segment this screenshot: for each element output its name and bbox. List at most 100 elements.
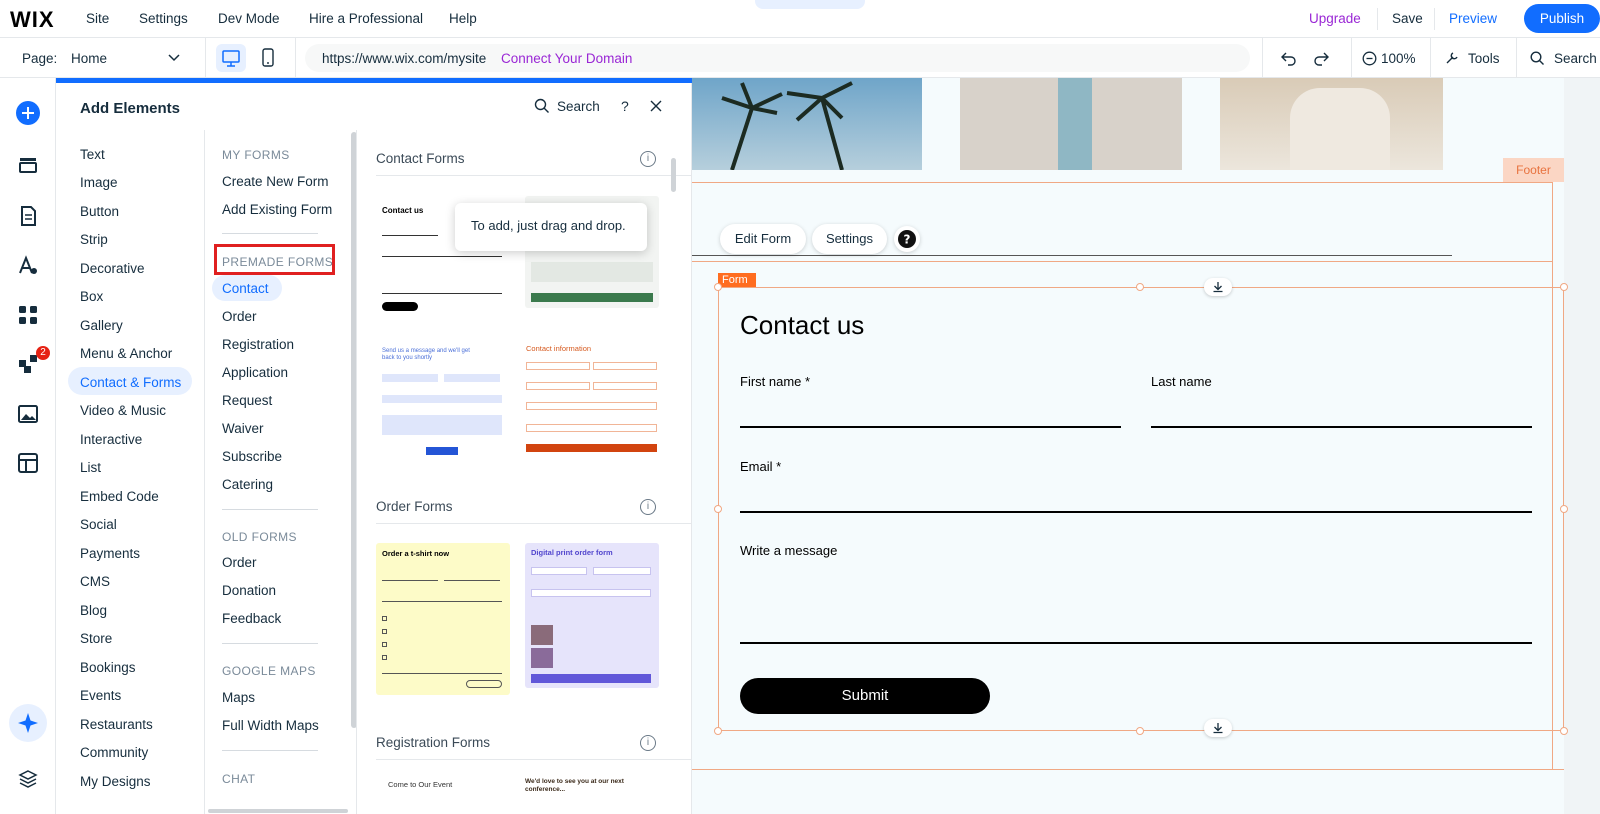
info-icon[interactable]: i [640, 151, 656, 167]
category-events[interactable]: Events [80, 688, 121, 703]
panel-help-button[interactable]: ? [621, 98, 629, 114]
resize-handle[interactable] [1560, 283, 1568, 291]
chevron-down-icon[interactable] [168, 54, 180, 62]
connect-domain-link[interactable]: Connect Your Domain [501, 51, 632, 66]
first-name-input[interactable] [740, 426, 1121, 428]
add-existing-form[interactable]: Add Existing Form [222, 202, 332, 217]
menu-dev-mode[interactable]: Dev Mode [218, 11, 280, 26]
menu-site[interactable]: Site [86, 11, 109, 26]
publish-button[interactable]: Publish [1524, 4, 1600, 33]
info-icon[interactable]: i [640, 735, 656, 751]
add-elements-icon[interactable] [16, 101, 40, 125]
resize-handle[interactable] [1560, 727, 1568, 735]
form-tag[interactable]: Form [718, 273, 756, 288]
full-width-maps-item[interactable]: Full Width Maps [222, 718, 319, 733]
category-my-designs[interactable]: My Designs [80, 774, 151, 789]
ai-assistant-button[interactable] [9, 704, 47, 742]
stretch-top-button[interactable] [1204, 278, 1232, 296]
panel-search-button[interactable]: Search [557, 99, 600, 114]
category-strip[interactable]: Strip [80, 232, 108, 247]
resize-handle[interactable] [714, 283, 722, 291]
email-input[interactable] [740, 511, 1532, 513]
redo-icon[interactable] [1312, 50, 1330, 66]
category-text[interactable]: Text [80, 147, 105, 162]
search-icon[interactable] [1530, 51, 1545, 66]
resize-handle[interactable] [1136, 727, 1144, 735]
panel-search-icon[interactable] [534, 98, 550, 114]
menu-help[interactable]: Help [449, 11, 477, 26]
category-cms[interactable]: CMS [80, 574, 110, 589]
zoom-icon[interactable] [1362, 51, 1377, 66]
layers-icon[interactable] [16, 767, 40, 791]
close-icon[interactable] [650, 100, 662, 112]
undo-icon[interactable] [1280, 50, 1298, 66]
category-gallery[interactable]: Gallery [80, 318, 123, 333]
category-community[interactable]: Community [80, 745, 148, 760]
help-button[interactable]: ? [894, 226, 920, 252]
order-form-thumbnail-1[interactable]: Order a t-shirt now [376, 543, 510, 695]
form-selection-box[interactable] [718, 287, 1564, 731]
gallery-scrollbar[interactable] [671, 158, 676, 192]
stretch-bottom-button[interactable] [1204, 719, 1232, 737]
old-donation[interactable]: Donation [222, 583, 276, 598]
premade-order[interactable]: Order [222, 309, 257, 324]
horizontal-scrollbar[interactable] [208, 809, 348, 813]
pages-icon[interactable] [16, 204, 40, 228]
category-menu-anchor[interactable]: Menu & Anchor [80, 346, 172, 361]
category-embed-code[interactable]: Embed Code [80, 489, 159, 504]
premade-application[interactable]: Application [222, 365, 288, 380]
old-order[interactable]: Order [222, 555, 257, 570]
create-new-form[interactable]: Create New Form [222, 174, 329, 189]
old-feedback[interactable]: Feedback [222, 611, 281, 626]
gallery-image-palms[interactable] [692, 78, 922, 170]
gallery-image-woman-hat[interactable] [1220, 78, 1443, 170]
category-restaurants[interactable]: Restaurants [80, 717, 153, 732]
category-social[interactable]: Social [80, 517, 117, 532]
message-input[interactable] [740, 642, 1532, 644]
design-icon[interactable] [16, 254, 40, 278]
category-button[interactable]: Button [80, 204, 119, 219]
registration-form-thumbnail-1[interactable]: Come to Our Event [376, 770, 510, 814]
maps-item[interactable]: Maps [222, 690, 255, 705]
resize-handle[interactable] [714, 505, 722, 513]
premade-contact[interactable]: Contact [222, 281, 269, 296]
resize-handle[interactable] [1136, 283, 1144, 291]
submit-button[interactable]: Submit [740, 678, 990, 714]
contact-form-thumbnail-3[interactable]: Send us a message and we'll get back to … [376, 340, 510, 470]
premade-waiver[interactable]: Waiver [222, 421, 264, 436]
zoom-level[interactable]: 100% [1381, 51, 1416, 66]
mobile-view-button[interactable] [253, 44, 283, 72]
form-settings-button[interactable]: Settings [812, 224, 887, 254]
desktop-view-button[interactable] [216, 44, 246, 72]
category-payments[interactable]: Payments [80, 546, 140, 561]
contact-form-thumbnail-4[interactable]: Contact information [525, 340, 659, 470]
wix-logo[interactable]: WIX [10, 7, 55, 33]
resize-handle[interactable] [1560, 505, 1568, 513]
sections-icon[interactable] [16, 154, 40, 178]
info-icon[interactable]: i [640, 499, 656, 515]
cms-table-icon[interactable] [16, 451, 40, 475]
upgrade-link[interactable]: Upgrade [1309, 11, 1361, 26]
gallery-image-columns[interactable] [960, 78, 1182, 170]
category-decorative[interactable]: Decorative [80, 261, 145, 276]
category-video-music[interactable]: Video & Music [80, 403, 166, 418]
menu-hire-professional[interactable]: Hire a Professional [309, 11, 423, 26]
tools-icon[interactable] [1444, 50, 1460, 66]
edit-form-button[interactable]: Edit Form [720, 224, 806, 254]
resize-handle[interactable] [714, 727, 722, 735]
last-name-input[interactable] [1151, 426, 1532, 428]
premade-subscribe[interactable]: Subscribe [222, 449, 282, 464]
category-interactive[interactable]: Interactive [80, 432, 142, 447]
category-blog[interactable]: Blog [80, 603, 107, 618]
category-store[interactable]: Store [80, 631, 112, 646]
category-list[interactable]: List [80, 460, 101, 475]
order-form-thumbnail-2[interactable]: Digital print order form [525, 543, 659, 688]
apps-grid-icon[interactable] [16, 303, 40, 327]
category-box[interactable]: Box [80, 289, 103, 304]
page-selector[interactable]: Home [71, 51, 107, 66]
tools-button[interactable]: Tools [1468, 51, 1500, 66]
category-contact-forms[interactable]: Contact & Forms [80, 375, 181, 390]
top-collapse-tab[interactable] [755, 0, 865, 9]
premade-catering[interactable]: Catering [222, 477, 273, 492]
category-image[interactable]: Image [80, 175, 118, 190]
